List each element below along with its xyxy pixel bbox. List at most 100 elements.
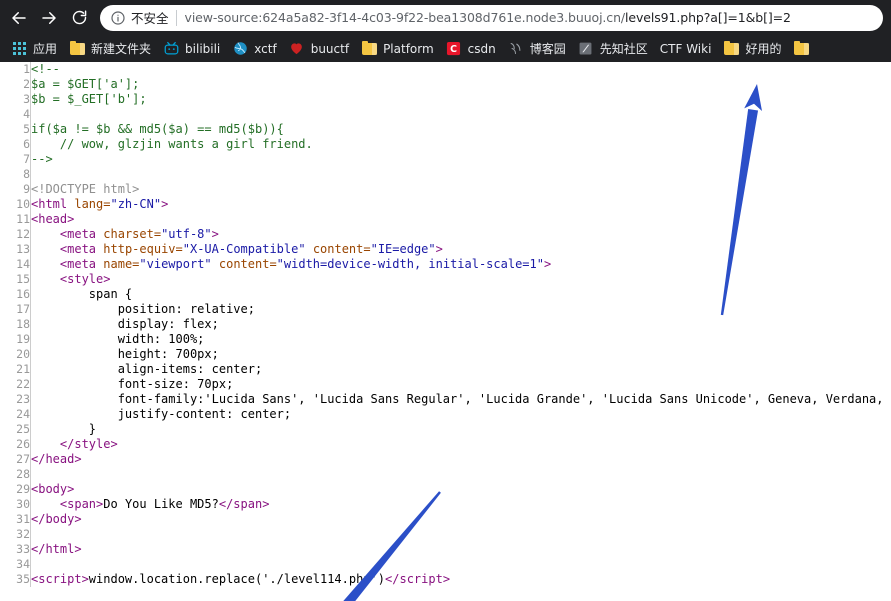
- line-content: [31, 557, 891, 572]
- bookmark-label: csdn: [467, 41, 496, 56]
- bookmark-label: buuctf: [310, 41, 350, 56]
- bookmark-label: xctf: [254, 41, 277, 56]
- line-content: position: relative;: [31, 302, 891, 317]
- code-token-plain: font-size: 70px;: [31, 377, 234, 391]
- code-token-plain: Do You Like MD5?: [103, 497, 219, 511]
- line-content: <meta charset="utf-8">: [31, 227, 891, 242]
- source-line: 28: [0, 467, 891, 482]
- code-token-comment: -->: [31, 152, 53, 166]
- line-content: </body>: [31, 512, 891, 527]
- line-number: 25: [0, 422, 31, 437]
- line-number: 9: [0, 182, 31, 197]
- source-line: 4: [0, 107, 891, 122]
- line-content: display: flex;: [31, 317, 891, 332]
- line-content: span {: [31, 287, 891, 302]
- code-token-tag: ipt>: [421, 572, 451, 586]
- bookmark-label: 好用的: [745, 42, 782, 56]
- line-number: 31: [0, 512, 31, 527]
- forward-icon[interactable]: [34, 4, 64, 32]
- bookmark-label: 应用: [33, 42, 58, 56]
- bookmark-item-Platform[interactable]: Platform: [355, 38, 440, 60]
- code-token-comment: $a = $GET['a'];: [31, 77, 140, 91]
- bookmark-item-好用的[interactable]: 好用的: [717, 38, 787, 60]
- code-token-plain: position: relative;: [31, 302, 255, 316]
- bookmark-item-CTF Wiki[interactable]: CTF Wiki: [654, 38, 718, 60]
- source-line: 6 // wow, glzjin wants a girl friend.: [0, 137, 891, 152]
- source-line: 26 </style>: [0, 437, 891, 452]
- bookmark-item-xctf[interactable]: xctf: [226, 38, 282, 60]
- source-line: 30 <span>Do You Like MD5?</span>: [0, 497, 891, 512]
- code-token-comment: if($a != $b && md5($a) == md5($b)){: [31, 122, 284, 136]
- line-content: align-items: center;: [31, 362, 891, 377]
- code-token-tag: <meta: [59, 242, 104, 256]
- source-line: 5 if($a != $b && md5($a) == md5($b)){: [0, 122, 891, 137]
- bookmark-item-博客园[interactable]: 博客园: [502, 38, 572, 60]
- line-number: 2: [0, 77, 31, 92]
- code-token-val: "utf-8": [161, 227, 212, 241]
- line-number: 28: [0, 467, 31, 482]
- code-token-tag: </html>: [31, 542, 82, 556]
- code-token-tag: >: [211, 227, 219, 241]
- csdn-icon: C: [446, 41, 462, 57]
- line-content: $a = $GET['a'];: [31, 77, 891, 92]
- bookmark-label: 先知社区: [599, 42, 648, 56]
- bookmark-label: 新建文件夹: [91, 42, 152, 56]
- bookmark-item-bilibili[interactable]: bilibili: [157, 38, 226, 60]
- line-number: 16: [0, 287, 31, 302]
- source-line: 13 <meta http-equiv="X-UA-Compatible" co…: [0, 242, 891, 257]
- line-content: <head>: [31, 212, 891, 227]
- line-number: 17: [0, 302, 31, 317]
- code-token-attr: http-equiv=: [103, 242, 183, 256]
- bookmarks-bar: 应用 新建文件夹 bilibili xctf buuctf Platform Ccsdn 博客…: [0, 35, 891, 62]
- line-content: [31, 107, 891, 122]
- source-line: 23 font-family:'Lucida Sans', 'Lucida Sa…: [0, 392, 891, 407]
- line-content: <body>: [31, 482, 891, 497]
- code-token-attr: name=: [103, 257, 140, 271]
- source-line: 20 height: 700px;: [0, 347, 891, 362]
- address-bar[interactable]: 不安全 view-source:624a5a82-3f14-4c03-9f22-…: [100, 4, 883, 31]
- line-content: -->: [31, 152, 891, 167]
- line-number: 22: [0, 377, 31, 392]
- bookmark-label: 博客园: [529, 42, 566, 56]
- apps-grid-icon: [11, 41, 27, 57]
- line-number: 4: [0, 107, 31, 122]
- bookmark-item-csdn[interactable]: Ccsdn: [440, 38, 502, 60]
- code-token-tag: <meta: [59, 257, 104, 271]
- info-circle-icon[interactable]: [110, 10, 126, 26]
- code-token-val: "X-UA-Compatible": [182, 242, 306, 256]
- code-token-tag: </body>: [31, 512, 82, 526]
- line-content: <!--: [31, 62, 891, 77]
- code-token-plain: display: flex;: [31, 317, 219, 331]
- bookmark-item-应用[interactable]: 应用: [5, 38, 63, 60]
- code-token-plain: width: 100%;: [31, 332, 205, 346]
- line-number: 6: [0, 137, 31, 152]
- bookmark-item-先知社区[interactable]: 先知社区: [572, 38, 654, 60]
- code-token-tag: <html: [31, 197, 75, 211]
- back-icon[interactable]: [4, 4, 34, 32]
- line-number: 1: [0, 62, 31, 77]
- line-content: </html>: [31, 542, 891, 557]
- line-number: 30: [0, 497, 31, 512]
- bookmark-item-新建文件夹[interactable]: 新建文件夹: [63, 38, 157, 60]
- line-number: 27: [0, 452, 31, 467]
- reload-icon[interactable]: [64, 4, 94, 32]
- code-token-tag: </span>: [218, 497, 270, 511]
- folder-icon: [793, 40, 809, 57]
- bookmark-item[interactable]: [787, 38, 815, 60]
- source-line: 8: [0, 167, 891, 182]
- bookmark-item-buuctf[interactable]: buuctf: [283, 38, 355, 60]
- code-token-tag: <head>: [31, 212, 75, 226]
- line-number: 11: [0, 212, 31, 227]
- line-content: <!DOCTYPE html>: [31, 182, 891, 197]
- code-token-tag: >: [161, 197, 169, 211]
- code-token-comment: // wow, glzjin wants a girl friend.: [31, 137, 313, 151]
- source-line: 2 $a = $GET['a'];: [0, 77, 891, 92]
- line-content: [31, 527, 891, 542]
- line-number: 8: [0, 167, 31, 182]
- source-line: 11 <head>: [0, 212, 891, 227]
- line-content: [31, 467, 891, 482]
- folder-icon: [69, 40, 85, 57]
- source-line: 19 width: 100%;: [0, 332, 891, 347]
